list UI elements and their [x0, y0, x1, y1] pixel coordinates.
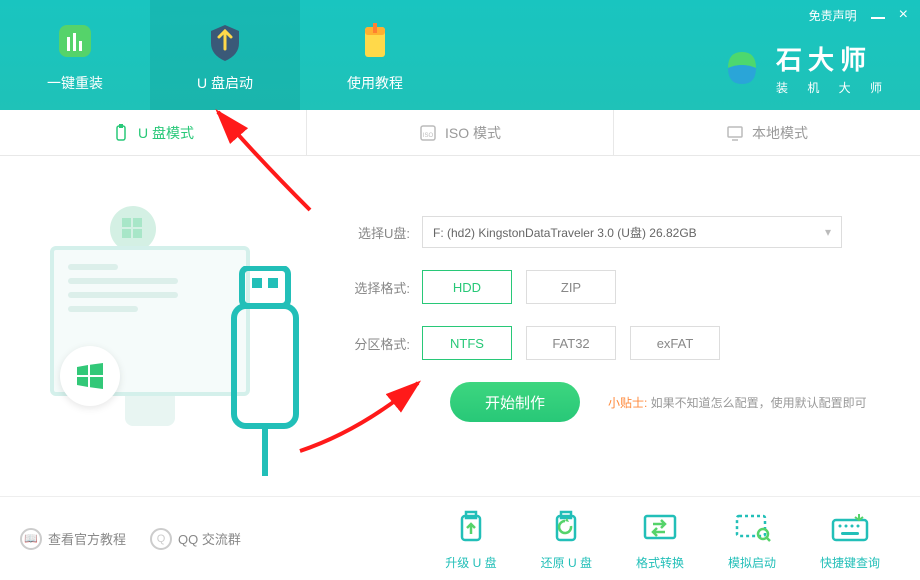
bottom-bar: 📖 查看官方教程 Q QQ 交流群 升级 U 盘 还原 U 盘 格式转换 模拟启…	[0, 496, 920, 580]
opt-exfat[interactable]: exFAT	[630, 326, 720, 360]
tab-iso-mode[interactable]: ISO ISO 模式	[307, 110, 614, 155]
tab-label: U 盘模式	[138, 123, 194, 143]
titlebar: 免责声明 ×	[809, 6, 908, 24]
row-select-udisk: 选择U盘: F: (hd2) KingstonDataTraveler 3.0 …	[340, 216, 890, 248]
brand-logo-icon	[718, 44, 766, 92]
disclaimer-link[interactable]: 免责声明	[809, 7, 857, 24]
book-icon	[351, 17, 399, 65]
keyboard-icon	[829, 506, 871, 548]
tool-simulate-boot[interactable]: 模拟启动	[728, 506, 776, 571]
tool-hotkey-query[interactable]: 快捷键查询	[820, 506, 880, 571]
partition-options: NTFS FAT32 exFAT	[422, 326, 720, 360]
tool-label: 还原 U 盘	[541, 554, 592, 571]
opt-ntfs[interactable]: NTFS	[422, 326, 512, 360]
nav-reinstall[interactable]: 一键重装	[0, 0, 150, 110]
opt-fat32[interactable]: FAT32	[526, 326, 616, 360]
brand-text: 石大师 装 机 大 师	[776, 40, 890, 96]
nav-tutorial[interactable]: 使用教程	[300, 0, 450, 110]
monitor-tab-icon	[726, 124, 744, 142]
start-create-button[interactable]: 开始制作	[450, 382, 580, 422]
tip-text: 小贴士: 如果不知道怎么配置，使用默认配置即可	[608, 394, 867, 411]
annotation-arrow-icon	[290, 371, 430, 461]
link-label: 查看官方教程	[48, 529, 126, 548]
minimize-button[interactable]	[871, 17, 885, 19]
brand-title: 石大师	[776, 40, 890, 77]
svg-text:ISO: ISO	[423, 133, 434, 139]
nav-label: 使用教程	[347, 73, 403, 93]
tool-upgrade-udisk[interactable]: 升级 U 盘	[445, 506, 496, 571]
format-label: 选择格式:	[340, 278, 410, 297]
book-circle-icon: 📖	[20, 528, 42, 550]
usb-tab-icon	[112, 124, 130, 142]
udisk-value: F: (hd2) KingstonDataTraveler 3.0 (U盘) 2…	[433, 224, 697, 241]
format-options: HDD ZIP	[422, 270, 616, 304]
row-select-format: 选择格式: HDD ZIP	[340, 270, 890, 304]
tool-format-convert[interactable]: 格式转换	[636, 506, 684, 571]
mode-tabs: U 盘模式 ISO ISO 模式 本地模式	[0, 110, 920, 156]
chevron-down-icon: ▾	[825, 225, 831, 239]
bottom-links: 📖 查看官方教程 Q QQ 交流群	[20, 528, 241, 550]
tool-label: 快捷键查询	[820, 554, 880, 571]
windows-logo-icon	[60, 346, 120, 406]
usb-shield-icon	[201, 17, 249, 65]
opt-zip[interactable]: ZIP	[526, 270, 616, 304]
main-content: 选择U盘: F: (hd2) KingstonDataTraveler 3.0 …	[0, 156, 920, 496]
iso-tab-icon: ISO	[419, 124, 437, 142]
row-partition-format: 分区格式: NTFS FAT32 exFAT	[340, 326, 890, 360]
opt-hdd[interactable]: HDD	[422, 270, 512, 304]
app-header: 免责声明 × 一键重装 U 盘启动 使用教程 石大师 装	[0, 0, 920, 110]
monitor-stand	[125, 396, 175, 426]
qq-circle-icon: Q	[150, 528, 172, 550]
tip-label: 小贴士:	[608, 396, 647, 410]
annotation-arrow-icon	[200, 100, 320, 220]
link-qq-group[interactable]: Q QQ 交流群	[150, 528, 241, 550]
illustration	[30, 186, 300, 466]
tool-label: 升级 U 盘	[445, 554, 496, 571]
simulate-icon	[731, 506, 773, 548]
main-nav: 一键重装 U 盘启动 使用教程	[0, 0, 450, 110]
tool-label: 格式转换	[636, 554, 684, 571]
bottom-tools: 升级 U 盘 还原 U 盘 格式转换 模拟启动 快捷键查询	[445, 506, 880, 571]
brand-subtitle: 装 机 大 师	[776, 79, 890, 96]
tab-label: ISO 模式	[445, 123, 501, 143]
tool-restore-udisk[interactable]: 还原 U 盘	[541, 506, 592, 571]
restore-icon	[545, 506, 587, 548]
convert-icon	[639, 506, 681, 548]
bars-icon	[51, 17, 99, 65]
tip-body: 如果不知道怎么配置，使用默认配置即可	[647, 396, 866, 410]
tool-label: 模拟启动	[728, 554, 776, 571]
tab-label: 本地模式	[752, 123, 808, 143]
tab-local-mode[interactable]: 本地模式	[614, 110, 920, 155]
link-label: QQ 交流群	[178, 529, 241, 548]
udisk-label: 选择U盘:	[340, 223, 410, 242]
partition-label: 分区格式:	[340, 334, 410, 353]
nav-usb-boot[interactable]: U 盘启动	[150, 0, 300, 110]
brand: 石大师 装 机 大 师	[718, 40, 890, 96]
nav-label: 一键重装	[47, 73, 103, 93]
upgrade-icon	[450, 506, 492, 548]
nav-label: U 盘启动	[197, 73, 253, 93]
link-official-tutorial[interactable]: 📖 查看官方教程	[20, 528, 126, 550]
udisk-select[interactable]: F: (hd2) KingstonDataTraveler 3.0 (U盘) 2…	[422, 216, 842, 248]
close-button[interactable]: ×	[899, 6, 908, 24]
